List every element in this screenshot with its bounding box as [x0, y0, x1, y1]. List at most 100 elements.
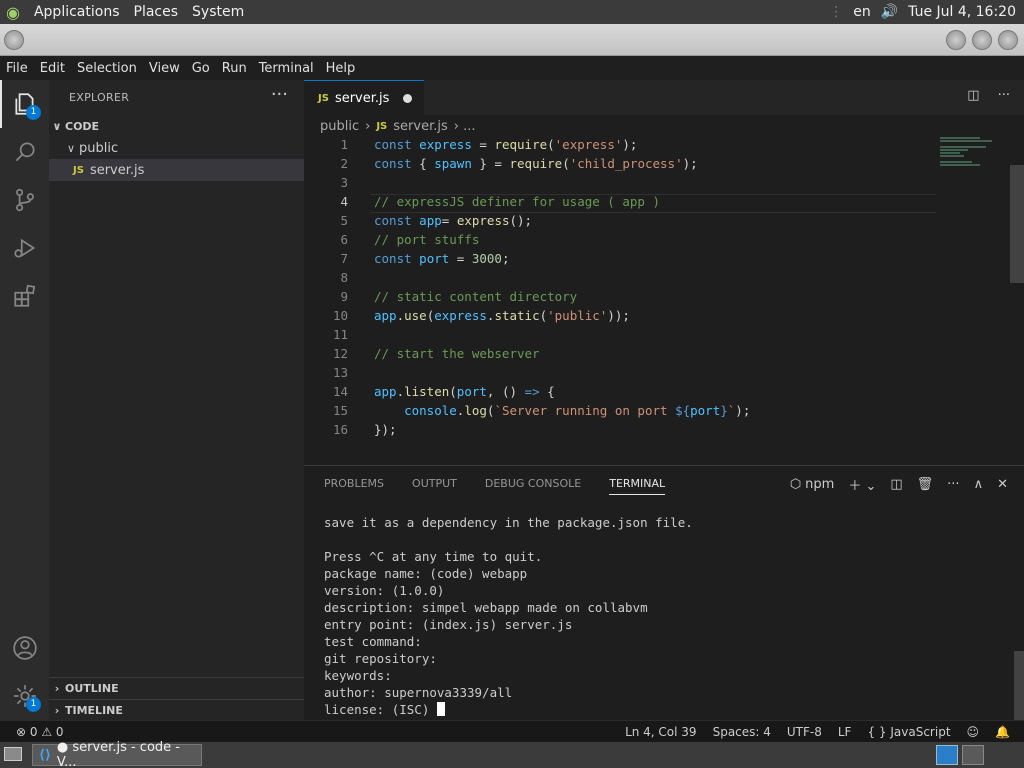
terminal-line: license: (ISC)	[324, 702, 437, 717]
more-actions-icon[interactable]: ···	[998, 88, 1010, 103]
chevron-down-icon: ∨	[52, 119, 62, 133]
code-line: });	[374, 422, 397, 437]
end-of-line[interactable]: LF	[838, 725, 852, 739]
taskbar: ⟨⟩ ● server.js - code - V...	[0, 740, 1024, 768]
unsaved-dot-icon[interactable]	[403, 94, 412, 103]
workspace-switcher-icon[interactable]	[936, 745, 958, 765]
javascript-file-icon: JS	[376, 120, 388, 132]
line-number: 13	[332, 365, 348, 380]
code-line: const { spawn } = require('child_process…	[374, 156, 698, 171]
cursor-position[interactable]: Ln 4, Col 39	[625, 725, 697, 739]
breadcrumb-folder[interactable]: public	[320, 119, 359, 134]
source-control-icon[interactable]	[0, 176, 49, 224]
chevron-right-icon: ›	[54, 682, 60, 695]
menu-help[interactable]: Help	[320, 61, 362, 76]
code-editor[interactable]: 1 2 3 4 5 6 7 8 9 10 11 12 13 14 15 16 c…	[304, 137, 1024, 465]
window-menu-icon[interactable]	[4, 30, 24, 50]
breadcrumb-tail[interactable]: › ...	[454, 119, 476, 134]
file-server-js[interactable]: JS server.js	[49, 159, 304, 181]
status-bar: ⊗ 0 ⚠ 0 Ln 4, Col 39 Spaces: 4 UTF-8 LF …	[0, 720, 1024, 742]
code-line: const express = require('express');	[374, 137, 638, 152]
vscode-icon: ⟨⟩	[39, 747, 51, 763]
line-number: 4	[340, 194, 348, 209]
applications-menu[interactable]: Applications	[34, 4, 120, 20]
terminal-line: description: simpel webapp made on colla…	[324, 600, 648, 615]
run-debug-icon[interactable]	[0, 224, 49, 272]
folder-public[interactable]: ∨ public	[49, 137, 304, 159]
menu-edit[interactable]: Edit	[34, 61, 71, 76]
tab-problems[interactable]: PROBLEMS	[324, 477, 384, 495]
taskbar-window-vscode[interactable]: ⟨⟩ ● server.js - code - V...	[32, 740, 202, 768]
new-terminal-icon[interactable]: ＋ ⌄	[848, 475, 876, 494]
places-menu[interactable]: Places	[134, 4, 179, 20]
split-terminal-icon[interactable]: ◫	[890, 477, 902, 492]
keyboard-layout[interactable]: en	[853, 4, 871, 20]
menu-view[interactable]: View	[143, 61, 186, 76]
system-menu[interactable]: System	[192, 4, 244, 20]
menu-terminal[interactable]: Terminal	[253, 61, 320, 76]
javascript-file-icon: JS	[318, 92, 329, 104]
notifications-bell-icon[interactable]: 🔔	[995, 725, 1010, 739]
volume-icon[interactable]: 🔊	[881, 4, 898, 20]
search-icon[interactable]	[0, 128, 49, 176]
menu-file[interactable]: File	[0, 61, 34, 76]
javascript-file-icon: JS	[73, 164, 84, 176]
maximize-button[interactable]	[972, 30, 992, 50]
explorer-sidebar: EXPLORER ··· ∨ CODE ∨ public JS server.j…	[49, 80, 304, 720]
language-mode[interactable]: { } JavaScript	[867, 725, 950, 739]
line-number: 1	[340, 137, 348, 152]
tab-terminal[interactable]: TERMINAL	[609, 477, 666, 495]
tab-debug-console[interactable]: DEBUG CONSOLE	[485, 477, 581, 495]
close-panel-icon[interactable]: ✕	[997, 477, 1008, 492]
clock[interactable]: Tue Jul 4, 16:20	[908, 4, 1016, 20]
outline-label: OUTLINE	[65, 682, 119, 695]
line-number: 16	[332, 422, 348, 437]
trash-icon[interactable]: 🗑	[917, 477, 934, 492]
indentation[interactable]: Spaces: 4	[713, 725, 771, 739]
terminal-output[interactable]: save it as a dependency in the package.j…	[324, 514, 693, 718]
extensions-icon[interactable]	[0, 272, 49, 320]
tab-server-js[interactable]: JS server.js	[304, 80, 424, 115]
workspace-switcher-icon[interactable]	[962, 745, 984, 765]
code-line: app.use(express.static('public'));	[374, 308, 630, 323]
more-actions-icon[interactable]: ···	[947, 477, 959, 492]
terminal-line: keywords:	[324, 668, 392, 683]
gnome-logo-icon[interactable]: ◉	[6, 3, 20, 22]
close-button[interactable]	[998, 30, 1018, 50]
workspace-root[interactable]: ∨ CODE	[49, 115, 304, 137]
more-actions-icon[interactable]: ···	[271, 84, 288, 105]
explorer-title: EXPLORER	[69, 91, 130, 104]
encoding[interactable]: UTF-8	[787, 725, 822, 739]
settings-gear-icon[interactable]: 1	[0, 672, 49, 720]
menu-go[interactable]: Go	[186, 61, 216, 76]
feedback-icon[interactable]: ☺	[967, 725, 980, 739]
tab-output[interactable]: OUTPUT	[412, 477, 457, 495]
settings-badge: 1	[26, 697, 41, 712]
timeline-section[interactable]: › TIMELINE	[49, 699, 304, 721]
split-editor-icon[interactable]: ◫	[967, 88, 979, 103]
line-number: 6	[340, 232, 348, 247]
panel-scrollbar[interactable]	[1014, 651, 1024, 721]
line-number: 11	[332, 327, 348, 342]
outline-section[interactable]: › OUTLINE	[49, 677, 304, 699]
menu-run[interactable]: Run	[216, 61, 253, 76]
explorer-icon[interactable]: 1	[0, 80, 49, 128]
problems-status[interactable]: ⊗ 0 ⚠ 0	[16, 725, 64, 739]
breadcrumb-file[interactable]: server.js	[393, 119, 447, 134]
minimap[interactable]	[940, 137, 1010, 177]
code-line: const port = 3000;	[374, 251, 510, 266]
minimize-button[interactable]	[946, 30, 966, 50]
editor-scrollbar[interactable]	[1010, 165, 1024, 283]
terminal-shell-label[interactable]: npm	[805, 477, 834, 492]
window-titlebar[interactable]	[0, 24, 1024, 56]
line-number: 8	[340, 270, 348, 285]
maximize-panel-icon[interactable]: ∧	[974, 477, 984, 492]
line-number: 7	[340, 251, 348, 266]
menu-selection[interactable]: Selection	[71, 61, 143, 76]
file-server-js-label: server.js	[89, 162, 145, 178]
menubar: File Edit Selection View Go Run Terminal…	[0, 56, 1024, 80]
accounts-icon[interactable]	[0, 624, 49, 672]
line-number: 5	[340, 213, 348, 228]
show-desktop-icon[interactable]	[4, 747, 22, 761]
